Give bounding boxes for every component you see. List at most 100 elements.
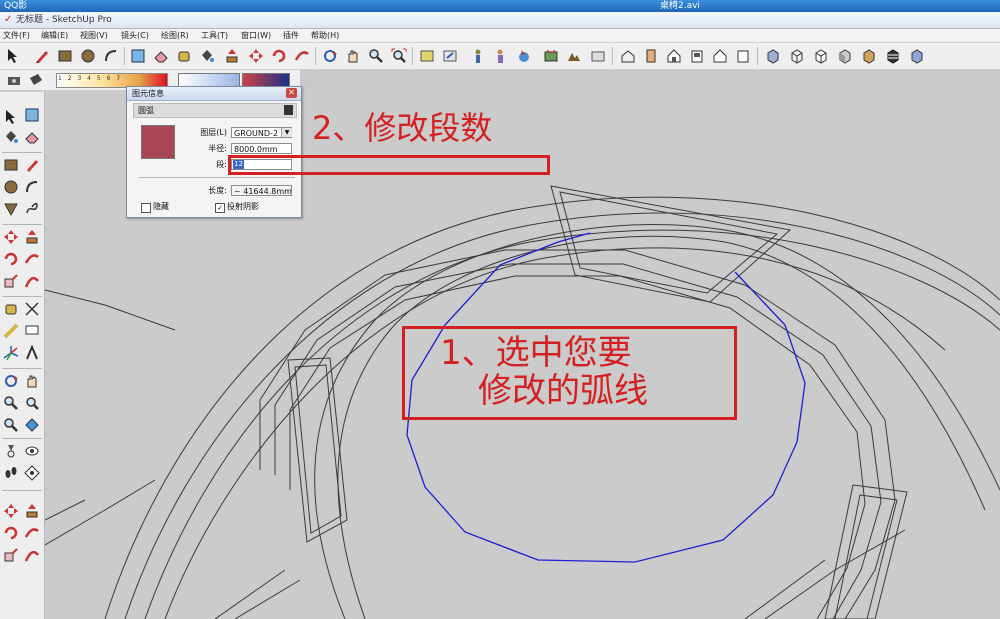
view-back-icon[interactable] xyxy=(710,46,730,66)
tape-measure-icon[interactable] xyxy=(2,300,20,318)
rectangle-tool-icon[interactable] xyxy=(2,156,20,174)
view-iso-icon[interactable] xyxy=(618,46,638,66)
hidden-line-style-icon[interactable] xyxy=(811,46,831,66)
box-view-icon[interactable] xyxy=(907,46,927,66)
pencil-tool-icon[interactable] xyxy=(32,46,52,66)
zoom-extents-icon[interactable] xyxy=(2,416,20,434)
pan-tool-icon[interactable] xyxy=(23,372,41,390)
zoom-extents-icon[interactable] xyxy=(389,46,409,66)
eraser-tool-icon[interactable] xyxy=(151,46,171,66)
figure-component-icon[interactable] xyxy=(468,46,488,66)
dialog-title-bar[interactable]: 图元信息 ✕ xyxy=(127,87,301,101)
paint-bucket-icon[interactable] xyxy=(2,128,20,146)
freehand-tool-icon[interactable] xyxy=(23,200,41,218)
shaded-texture-style-icon[interactable] xyxy=(859,46,879,66)
view-top-icon[interactable] xyxy=(641,46,661,66)
monochrome-style-icon[interactable] xyxy=(883,46,903,66)
polygon-tool-icon[interactable] xyxy=(2,200,20,218)
tape-measure-icon[interactable] xyxy=(174,46,194,66)
offset-tool-icon[interactable] xyxy=(23,546,41,564)
paint-bucket-icon[interactable] xyxy=(197,46,217,66)
close-icon[interactable]: ✕ xyxy=(286,88,297,98)
line-tool-icon[interactable] xyxy=(23,156,41,174)
follow-me-icon[interactable] xyxy=(23,250,41,268)
menu-edit[interactable]: 编辑(E) xyxy=(41,29,68,42)
pan-tool-icon[interactable] xyxy=(343,46,363,66)
position-camera-icon[interactable] xyxy=(2,442,20,460)
offset-tool-icon[interactable] xyxy=(23,272,41,290)
app-title: 无标题 - SketchUp Pro xyxy=(16,15,112,25)
shaded-style-icon[interactable] xyxy=(835,46,855,66)
move-tool-icon[interactable] xyxy=(246,46,266,66)
make-component-icon[interactable] xyxy=(23,106,41,124)
arc-tool-icon[interactable] xyxy=(23,178,41,196)
protractor-icon[interactable] xyxy=(2,322,20,340)
geo-location-icon[interactable] xyxy=(514,46,534,66)
orbit-tool-icon[interactable] xyxy=(2,372,20,390)
section-icon[interactable] xyxy=(26,70,46,90)
walk-tool-icon[interactable] xyxy=(2,464,20,482)
xray-style-icon[interactable] xyxy=(763,46,783,66)
menu-tools[interactable]: 工具(T) xyxy=(201,29,228,42)
player-title-bar: QQ影音 桌椅2.avi xyxy=(0,0,1000,23)
scale-tool-icon[interactable] xyxy=(2,272,20,290)
radius-label: 半径: xyxy=(208,144,227,153)
chevron-down-icon[interactable]: ▼ xyxy=(281,128,292,137)
move-tool-icon[interactable] xyxy=(2,502,20,520)
follow-me-icon[interactable] xyxy=(23,524,41,542)
follow-me-icon[interactable] xyxy=(292,46,312,66)
dialog-title: 图元信息 xyxy=(132,89,164,98)
orbit-tool-icon[interactable] xyxy=(320,46,340,66)
zoom-tool-icon[interactable] xyxy=(2,394,20,412)
radius-field[interactable]: 8000.0mm xyxy=(231,143,292,154)
zoom-tool-icon[interactable] xyxy=(366,46,386,66)
walk-figure-icon[interactable] xyxy=(491,46,511,66)
cast-shadows-checkbox[interactable]: ✓ xyxy=(215,203,225,213)
look-around-icon[interactable] xyxy=(23,442,41,460)
section-plane-icon[interactable] xyxy=(23,464,41,482)
view-front-icon[interactable] xyxy=(664,46,684,66)
3d-text-icon[interactable] xyxy=(23,344,41,362)
zoom-window-icon[interactable] xyxy=(23,394,41,412)
menu-camera[interactable]: 镜头(C) xyxy=(121,29,149,42)
push-pull-icon[interactable] xyxy=(222,46,242,66)
select-tool-icon[interactable] xyxy=(2,108,20,126)
make-component-icon[interactable] xyxy=(128,46,148,66)
dimension-tool-icon[interactable] xyxy=(23,300,41,318)
push-pull-icon[interactable] xyxy=(23,228,41,246)
layer-manager-icon[interactable] xyxy=(588,46,608,66)
camera-icon[interactable] xyxy=(4,70,24,90)
wireframe-style-icon[interactable] xyxy=(787,46,807,66)
rotate-tool-icon[interactable] xyxy=(2,524,20,542)
menu-file[interactable]: 文件(F) xyxy=(3,29,30,42)
arc-tool-icon[interactable] xyxy=(101,46,121,66)
axes-tool-icon[interactable] xyxy=(2,344,20,362)
menu-draw[interactable]: 绘图(R) xyxy=(161,29,189,42)
menu-window[interactable]: 窗口(W) xyxy=(241,29,271,42)
circle-tool-icon[interactable] xyxy=(78,46,98,66)
menu-plugins[interactable]: 插件 xyxy=(283,29,299,42)
circle-tool-icon[interactable] xyxy=(2,178,20,196)
menu-view[interactable]: 视图(V) xyxy=(80,29,108,42)
view-left-icon[interactable] xyxy=(733,46,753,66)
player-name: QQ影音 xyxy=(4,1,28,23)
photo-textures-icon[interactable] xyxy=(541,46,561,66)
previous-view-icon[interactable] xyxy=(23,416,41,434)
get-models-icon[interactable] xyxy=(417,46,437,66)
scale-tool-icon[interactable] xyxy=(2,546,20,564)
eraser-tool-icon[interactable] xyxy=(23,128,41,146)
toggle-terrain-icon[interactable] xyxy=(564,46,584,66)
pin-icon[interactable] xyxy=(284,105,293,115)
select-tool-icon[interactable] xyxy=(3,46,23,66)
text-tool-icon[interactable] xyxy=(23,322,41,340)
menu-help[interactable]: 帮助(H) xyxy=(311,29,339,42)
share-model-icon[interactable] xyxy=(440,46,460,66)
material-swatch[interactable] xyxy=(141,125,175,159)
push-pull-icon[interactable] xyxy=(23,502,41,520)
hidden-checkbox[interactable] xyxy=(141,203,151,213)
rectangle-tool-icon[interactable] xyxy=(55,46,75,66)
rotate-tool-icon[interactable] xyxy=(2,250,20,268)
view-right-icon[interactable] xyxy=(687,46,707,66)
move-tool-icon[interactable] xyxy=(2,228,20,246)
rotate-tool-icon[interactable] xyxy=(269,46,289,66)
